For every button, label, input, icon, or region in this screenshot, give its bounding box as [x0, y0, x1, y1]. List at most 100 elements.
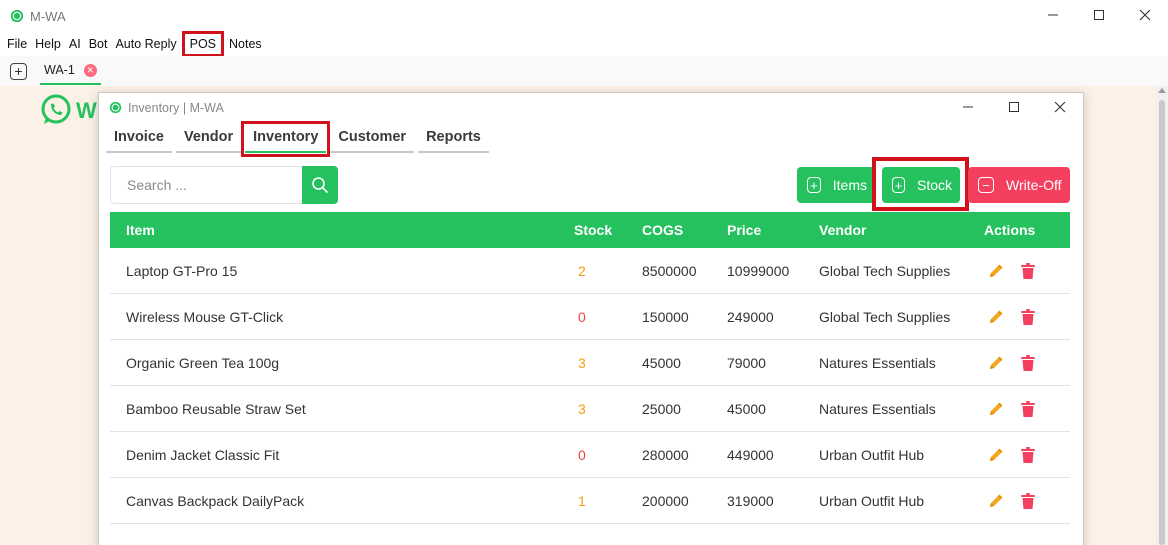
- search-input[interactable]: [110, 166, 302, 204]
- cell-actions: [983, 352, 1070, 374]
- table-row: Bamboo Reusable Straw Set 3 25000 45000 Natu…: [110, 386, 1070, 432]
- stock-highlight-box: [872, 157, 969, 211]
- cell-stock: 0: [578, 308, 586, 325]
- tab-vendor[interactable]: Vendor: [175, 125, 242, 153]
- inventory-dialog: Inventory | M-WA Invoice Vendor Inventor…: [98, 92, 1084, 545]
- cell-vendor: Global Tech Supplies: [819, 308, 951, 325]
- close-icon: [1139, 9, 1151, 21]
- dialog-close-button[interactable]: [1037, 93, 1083, 121]
- items-label: Items: [832, 177, 867, 193]
- delete-icon[interactable]: [1017, 260, 1039, 282]
- cell-item: Organic Green Tea 100g: [126, 354, 280, 371]
- delete-icon[interactable]: [1017, 352, 1039, 374]
- edit-icon[interactable]: [985, 444, 1007, 466]
- write-off-button[interactable]: − Write-Off: [968, 167, 1070, 203]
- search-button[interactable]: [302, 166, 338, 204]
- search-icon: [312, 177, 328, 193]
- add-tab-button[interactable]: +: [10, 62, 27, 80]
- app-title: M-WA: [30, 8, 66, 24]
- edit-icon[interactable]: [985, 306, 1007, 328]
- cell-cogs: 8500000: [642, 262, 697, 279]
- maximize-icon: [1094, 10, 1104, 20]
- edit-icon[interactable]: [985, 490, 1007, 512]
- cell-vendor: Urban Outfit Hub: [819, 446, 925, 463]
- table-row: Laptop GT-Pro 15 2 8500000 10999000 Global T…: [110, 248, 1070, 294]
- delete-icon[interactable]: [1017, 306, 1039, 328]
- cell-price: 319000: [727, 492, 774, 509]
- delete-icon[interactable]: [1017, 398, 1039, 420]
- cell-cogs: 280000: [642, 446, 689, 463]
- cell-vendor: Urban Outfit Hub: [819, 492, 925, 509]
- col-vendor: Vendor: [819, 222, 867, 238]
- tab-invoice[interactable]: Invoice: [106, 125, 172, 153]
- cell-price: 249000: [727, 308, 774, 325]
- table-header: Item Stock COGS Price Vendor Actions: [110, 212, 1070, 248]
- cell-price: 79000: [727, 354, 766, 371]
- cell-item: Canvas Backpack DailyPack: [126, 492, 305, 509]
- cell-cogs: 25000: [642, 400, 681, 417]
- main-titlebar: M-WA: [0, 0, 1168, 32]
- tab-customer[interactable]: Customer: [330, 125, 415, 153]
- table-row: Organic Green Tea 100g 3 45000 79000 Natures…: [110, 340, 1070, 386]
- menu-bar: File Help AI Bot Auto Reply POS Notes: [0, 31, 1168, 57]
- cell-vendor: Natures Essentials: [819, 400, 936, 417]
- scroll-thumb[interactable]: [1159, 100, 1165, 545]
- edit-icon[interactable]: [985, 398, 1007, 420]
- maximize-icon: [1009, 102, 1019, 112]
- delete-icon[interactable]: [1017, 490, 1039, 512]
- menu-bot[interactable]: Bot: [85, 33, 112, 55]
- menu-ai[interactable]: AI: [65, 33, 85, 55]
- cell-actions: [983, 260, 1070, 282]
- cell-vendor: Global Tech Supplies: [819, 262, 951, 279]
- dialog-maximize-button[interactable]: [991, 93, 1037, 121]
- tab-label: WA-1: [44, 63, 75, 77]
- menu-auto-reply[interactable]: Auto Reply: [111, 33, 180, 55]
- delete-icon[interactable]: [1017, 444, 1039, 466]
- minimize-icon: [1048, 14, 1058, 16]
- dialog-nav-tabs: Invoice Vendor Inventory Customer Report…: [106, 121, 493, 157]
- menu-notes[interactable]: Notes: [225, 33, 266, 55]
- edit-icon[interactable]: [985, 260, 1007, 282]
- close-button[interactable]: [1122, 0, 1168, 30]
- cell-stock: 0: [578, 446, 586, 463]
- whatsapp-icon: [109, 101, 122, 114]
- cell-price: 10999000: [727, 262, 790, 279]
- cell-price: 449000: [727, 446, 774, 463]
- col-item: Item: [126, 222, 155, 238]
- menu-help[interactable]: Help: [31, 33, 65, 55]
- table-body: Laptop GT-Pro 15 2 8500000 10999000 Global T…: [110, 248, 1070, 524]
- add-items-button[interactable]: + Items: [797, 167, 875, 203]
- tab-bar: + WA-1 ✕: [0, 56, 1168, 86]
- plus-square-icon: +: [807, 177, 821, 193]
- inventory-table: Item Stock COGS Price Vendor Actions Lap…: [110, 212, 1070, 524]
- cell-vendor: Natures Essentials: [819, 354, 936, 371]
- cell-stock: 2: [578, 262, 586, 279]
- search-group: [110, 166, 338, 204]
- minus-square-icon: −: [978, 177, 994, 193]
- menu-file[interactable]: File: [3, 33, 31, 55]
- tab-close-icon[interactable]: ✕: [83, 63, 97, 77]
- menu-pos[interactable]: POS: [181, 31, 225, 57]
- tab-wa-1[interactable]: WA-1 ✕: [40, 57, 101, 85]
- whatsapp-logo-icon: [41, 94, 71, 124]
- table-row: Denim Jacket Classic Fit 0 280000 449000 Urb…: [110, 432, 1070, 478]
- edit-icon[interactable]: [985, 352, 1007, 374]
- tab-reports[interactable]: Reports: [418, 125, 489, 153]
- col-actions: Actions: [984, 222, 1036, 238]
- cell-actions: [983, 306, 1070, 328]
- dialog-minimize-button[interactable]: [945, 93, 991, 121]
- main-scrollbar[interactable]: [1156, 86, 1168, 545]
- whatsapp-icon: [10, 9, 24, 23]
- scroll-up-icon[interactable]: [1158, 88, 1166, 93]
- cell-cogs: 200000: [642, 492, 689, 509]
- cell-stock: 1: [578, 492, 586, 509]
- tab-inventory[interactable]: Inventory: [241, 121, 331, 157]
- minimize-button[interactable]: [1030, 0, 1076, 30]
- brand-text: W: [76, 98, 97, 123]
- close-icon: [1054, 101, 1066, 113]
- table-row: Canvas Backpack DailyPack 1 200000 319000 Ur…: [110, 478, 1070, 524]
- minimize-icon: [963, 106, 973, 108]
- dialog-title: Inventory | M-WA: [128, 100, 224, 115]
- cell-cogs: 45000: [642, 354, 681, 371]
- maximize-button[interactable]: [1076, 0, 1122, 30]
